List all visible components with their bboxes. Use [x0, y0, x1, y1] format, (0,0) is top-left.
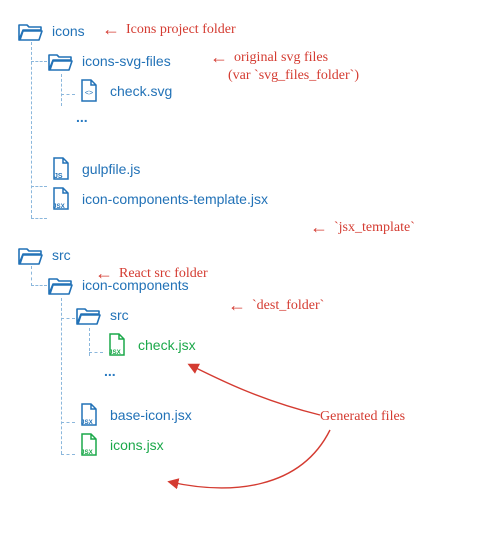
- folder-label: icons-svg-files: [82, 53, 171, 69]
- annotation-react-src: ←React src folder: [95, 264, 208, 283]
- file-jsx-green-icon: JSX: [76, 433, 102, 457]
- file-label: icons.jsx: [110, 437, 164, 453]
- file-label: icon-components-template.jsx: [82, 191, 268, 207]
- folder-open-icon: [48, 49, 74, 73]
- file-check-jsx: JSX check.jsx: [104, 330, 482, 360]
- arrow-left-icon: ←: [228, 296, 246, 314]
- folder-open-icon: [76, 303, 102, 327]
- folder-src: src: [18, 240, 482, 270]
- file-js-icon: JS: [48, 157, 74, 181]
- folder-label: src: [52, 247, 71, 263]
- folder-open-icon: [18, 19, 44, 43]
- file-gulpfile-js: JS gulpfile.js: [48, 154, 482, 184]
- svg-text:JSX: JSX: [109, 349, 122, 356]
- file-label: gulpfile.js: [82, 161, 140, 177]
- tree-icons: icons icons-svg-files <> check.svg ... J…: [18, 16, 482, 214]
- svg-text:JSX: JSX: [81, 449, 94, 456]
- file-jsx-icon: JSX: [76, 403, 102, 427]
- ellipsis: ...: [76, 106, 482, 128]
- annotation-original-svg: ←original svg files (var `svg_files_fold…: [210, 48, 359, 84]
- arrow-left-icon: ←: [210, 48, 228, 66]
- file-base-icon-jsx: JSX base-icon.jsx: [76, 400, 482, 430]
- annotation-icons-project: ←Icons project folder: [102, 20, 236, 39]
- arrow-left-icon: ←: [310, 218, 328, 236]
- file-jsx-green-icon: JSX: [104, 333, 130, 357]
- file-icons-jsx: JSX icons.jsx: [76, 430, 482, 460]
- folder-label: icons: [52, 23, 85, 39]
- file-svg-icon: <>: [76, 79, 102, 103]
- tree-react-src: src icon-components src JSX check.jsx ..…: [18, 240, 482, 460]
- svg-text:JS: JS: [54, 173, 63, 180]
- svg-text:JSX: JSX: [81, 419, 94, 426]
- annotation-generated-files: Generated files: [320, 408, 405, 426]
- file-jsx-icon: JSX: [48, 187, 74, 211]
- annotation-jsx-template: ←`jsx_template`: [310, 218, 415, 237]
- ellipsis: ...: [104, 360, 482, 382]
- file-icon-components-template-jsx: JSX icon-components-template.jsx: [48, 184, 482, 214]
- file-label: check.jsx: [138, 337, 196, 353]
- svg-text:JSX: JSX: [53, 203, 66, 210]
- file-label: base-icon.jsx: [110, 407, 192, 423]
- folder-label: src: [110, 307, 129, 323]
- file-label: check.svg: [110, 83, 172, 99]
- folder-icons: icons: [18, 16, 482, 46]
- folder-open-icon: [18, 243, 44, 267]
- arrow-left-icon: ←: [102, 20, 120, 38]
- svg-text:<>: <>: [85, 90, 93, 97]
- folder-open-icon: [48, 273, 74, 297]
- annotation-dest-folder: ←`dest_folder`: [228, 296, 324, 315]
- arrow-left-icon: ←: [95, 264, 113, 282]
